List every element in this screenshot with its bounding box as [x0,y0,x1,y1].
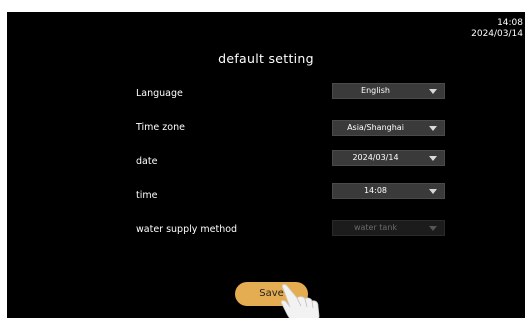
date-select[interactable]: 2024/03/14 [332,150,445,166]
time-select[interactable]: 14:08 [332,183,445,199]
water-supply-label: water supply method [136,224,238,235]
water-supply-select: water tank [332,220,445,236]
clock-date: 2024/03/14 [471,29,523,39]
page-title: default setting [218,51,314,66]
time-label: time [136,190,158,201]
water-supply-value: water tank [353,223,398,232]
language-label: Language [136,88,183,99]
hand-pointer-icon [280,284,320,318]
device-screen: 14:08 2024/03/14 default setting Languag… [7,12,525,318]
time-value: 14:08 [363,186,388,195]
clock-time: 14:08 [497,18,523,28]
chevron-down-icon [429,189,437,194]
chevron-down-icon [429,89,437,94]
chevron-down-icon [429,226,437,231]
language-select[interactable]: English [332,83,445,99]
language-value: English [361,86,390,95]
timezone-select[interactable]: Asia/Shanghai [332,120,445,136]
status-clock: 14:08 2024/03/14 [471,18,523,40]
chevron-down-icon [429,156,437,161]
date-label: date [136,156,158,167]
chevron-down-icon [429,126,437,131]
timezone-label: Time zone [136,122,185,133]
date-value: 2024/03/14 [352,153,399,162]
timezone-value: Asia/Shanghai [347,123,404,132]
